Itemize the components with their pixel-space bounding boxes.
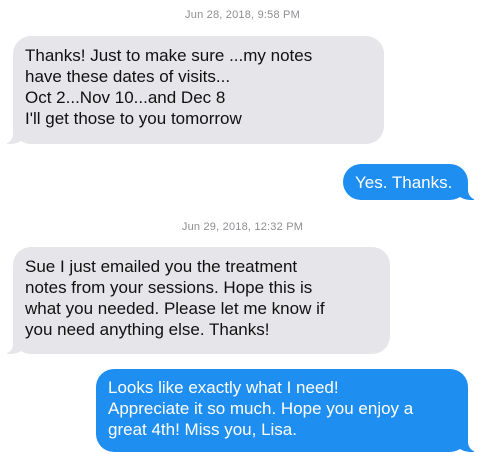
message-text-line: you need anything else. Thanks! [25, 320, 270, 339]
message-text-line: Sue I just emailed you the treatment [25, 257, 298, 276]
message-text-line: what you needed. Please let me know if [25, 299, 325, 318]
message-text-line: Oct 2...Nov 10...and Dec 8 [25, 88, 226, 107]
message-text-line: Yes. Thanks. [355, 173, 453, 192]
incoming-message-bubble[interactable]: Sue I just emailed you the treatment not… [0, 247, 390, 354]
message-text-line: Thanks! Just to make sure ...my notes [25, 46, 313, 65]
message-text-line: have these dates of visits... [25, 67, 231, 86]
outgoing-message-bubble[interactable]: Yes. Thanks. [343, 164, 482, 200]
timestamp: Jun 29, 2018, 12:32 PM [181, 221, 304, 233]
outgoing-message-bubble[interactable]: Looks like exactly what I need! Apprecia… [96, 369, 482, 452]
message-text-line: notes from your sessions. Hope this is [25, 278, 313, 297]
timestamp: Jun 28, 2018, 9:58 PM [185, 9, 300, 21]
message-text-line: great 4th! Miss you, Lisa. [108, 420, 297, 439]
message-text-line: I'll get those to you tomorrow [25, 109, 242, 128]
incoming-message-bubble[interactable]: Thanks! Just to make sure ...my notes ha… [0, 36, 384, 144]
message-text-line: Looks like exactly what I need! [108, 378, 339, 397]
message-text-line: Appreciate it so much. Hope you enjoy a [108, 399, 414, 418]
